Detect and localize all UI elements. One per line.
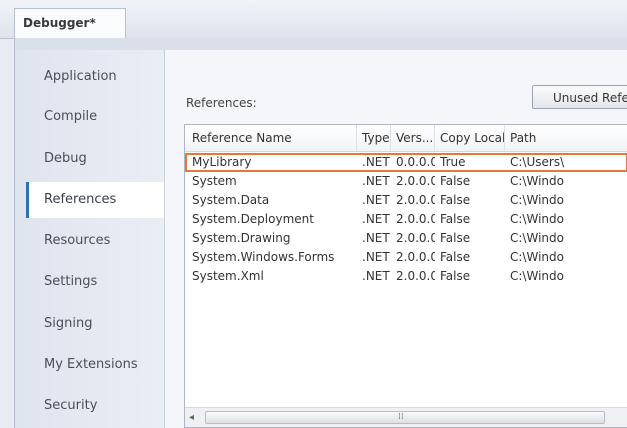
type-cell: .NET [362, 155, 390, 169]
references-grid: Reference Name Type Vers... Copy Local P… [184, 124, 627, 428]
column-header-type[interactable]: Type [357, 125, 391, 151]
type-cell: .NET [362, 212, 390, 226]
scroll-left-arrow-icon[interactable]: ◂ [189, 412, 194, 423]
nav-item-label: My Extensions [44, 357, 138, 372]
column-header-reference-name[interactable]: Reference Name [187, 125, 357, 151]
type-cell: .NET [362, 174, 390, 188]
reference-row[interactable]: System.Data .NET 2.0.0.0 False C:\Windo [185, 191, 627, 210]
nav-item-label: Settings [44, 274, 98, 289]
version-cell: 2.0.0.0 [396, 193, 435, 207]
version-cell: 2.0.0.0 [396, 174, 435, 188]
reference-row[interactable]: System.Deployment .NET 2.0.0.0 False C:\Wind… [185, 210, 627, 229]
type-cell: .NET [362, 231, 390, 245]
reference-name-cell: MyLibrary [192, 155, 252, 169]
scroll-grip-icon: ⁞⁞ [398, 412, 404, 422]
reference-name-cell: System.Deployment [192, 212, 314, 226]
copy-local-cell: False [440, 212, 471, 226]
nav-item-debug[interactable]: Debug [26, 141, 164, 177]
nav-item-label: Signing [44, 316, 93, 331]
path-cell: C:\Users\ [510, 155, 565, 169]
unused-references-button[interactable]: Unused References... [532, 85, 627, 109]
version-cell: 0.0.0.0 [396, 155, 435, 169]
type-cell: .NET [362, 250, 390, 264]
reference-name-cell: System.Data [192, 193, 270, 207]
nav-item-label: References [44, 192, 117, 207]
nav-item-label: Application [44, 69, 117, 84]
copy-local-cell: False [440, 231, 471, 245]
reference-row[interactable]: System.Windows.Forms .NET 2.0.0.0 False C:\W… [185, 248, 627, 267]
scrollbar-thumb[interactable]: ⁞⁞ [205, 411, 605, 424]
document-tab-title: Debugger* [23, 16, 96, 30]
horizontal-scrollbar[interactable]: ◂ ⁞⁞ [185, 407, 627, 427]
nav-item-my-extensions[interactable]: My Extensions [26, 347, 164, 383]
nav-item-application[interactable]: Application [26, 59, 164, 95]
nav-item-compile[interactable]: Compile [26, 99, 164, 135]
nav-item-security[interactable]: Security [26, 388, 164, 424]
reference-row[interactable]: System.Xml .NET 2.0.0.0 False C:\Windo [185, 267, 627, 286]
path-cell: C:\Windo [510, 174, 564, 188]
version-cell: 2.0.0.0 [396, 212, 435, 226]
designer-nav: Application Compile Debug References Res… [16, 50, 166, 428]
reference-row[interactable]: System .NET 2.0.0.0 False C:\Windo [185, 172, 627, 191]
path-cell: C:\Windo [510, 250, 564, 264]
nav-item-signing[interactable]: Signing [26, 306, 164, 342]
version-cell: 2.0.0.0 [396, 250, 435, 264]
copy-local-cell: False [440, 250, 471, 264]
references-label: References: [186, 96, 257, 110]
reference-row[interactable]: MyLibrary .NET 0.0.0.0 True C:\Users\ [185, 153, 627, 172]
path-cell: C:\Windo [510, 193, 564, 207]
nav-item-label: Resources [44, 233, 111, 248]
document-tab-strip: Debugger* [0, 0, 627, 39]
path-cell: C:\Windo [510, 269, 564, 283]
nav-item-label: Compile [44, 109, 98, 124]
column-header-version[interactable]: Vers... [391, 125, 435, 151]
column-header-path[interactable]: Path [505, 125, 627, 151]
reference-name-cell: System.Xml [192, 269, 264, 283]
version-cell: 2.0.0.0 [396, 231, 435, 245]
unused-references-button-label: Unused References... [553, 91, 627, 105]
path-cell: C:\Windo [510, 231, 564, 245]
copy-local-cell: False [440, 269, 471, 283]
nav-item-label: Security [44, 398, 98, 413]
copy-local-cell: False [440, 193, 471, 207]
nav-item-resources[interactable]: Resources [26, 223, 164, 259]
version-cell: 2.0.0.0 [396, 269, 435, 283]
column-header-copy-local[interactable]: Copy Local [435, 125, 505, 151]
type-cell: .NET [362, 269, 390, 283]
copy-local-cell: False [440, 174, 471, 188]
nav-item-references[interactable]: References [26, 182, 166, 218]
document-tab-debugger[interactable]: Debugger* [14, 8, 126, 38]
references-grid-header: Reference Name Type Vers... Copy Local P… [185, 125, 627, 152]
reference-name-cell: System.Drawing [192, 231, 291, 245]
nav-item-label: Debug [44, 151, 87, 166]
copy-local-cell: True [440, 155, 466, 169]
reference-name-cell: System [192, 174, 237, 188]
path-cell: C:\Windo [510, 212, 564, 226]
reference-row[interactable]: System.Drawing .NET 2.0.0.0 False C:\Windo [185, 229, 627, 248]
reference-name-cell: System.Windows.Forms [192, 250, 335, 264]
nav-item-settings[interactable]: Settings [26, 264, 164, 300]
type-cell: .NET [362, 193, 390, 207]
